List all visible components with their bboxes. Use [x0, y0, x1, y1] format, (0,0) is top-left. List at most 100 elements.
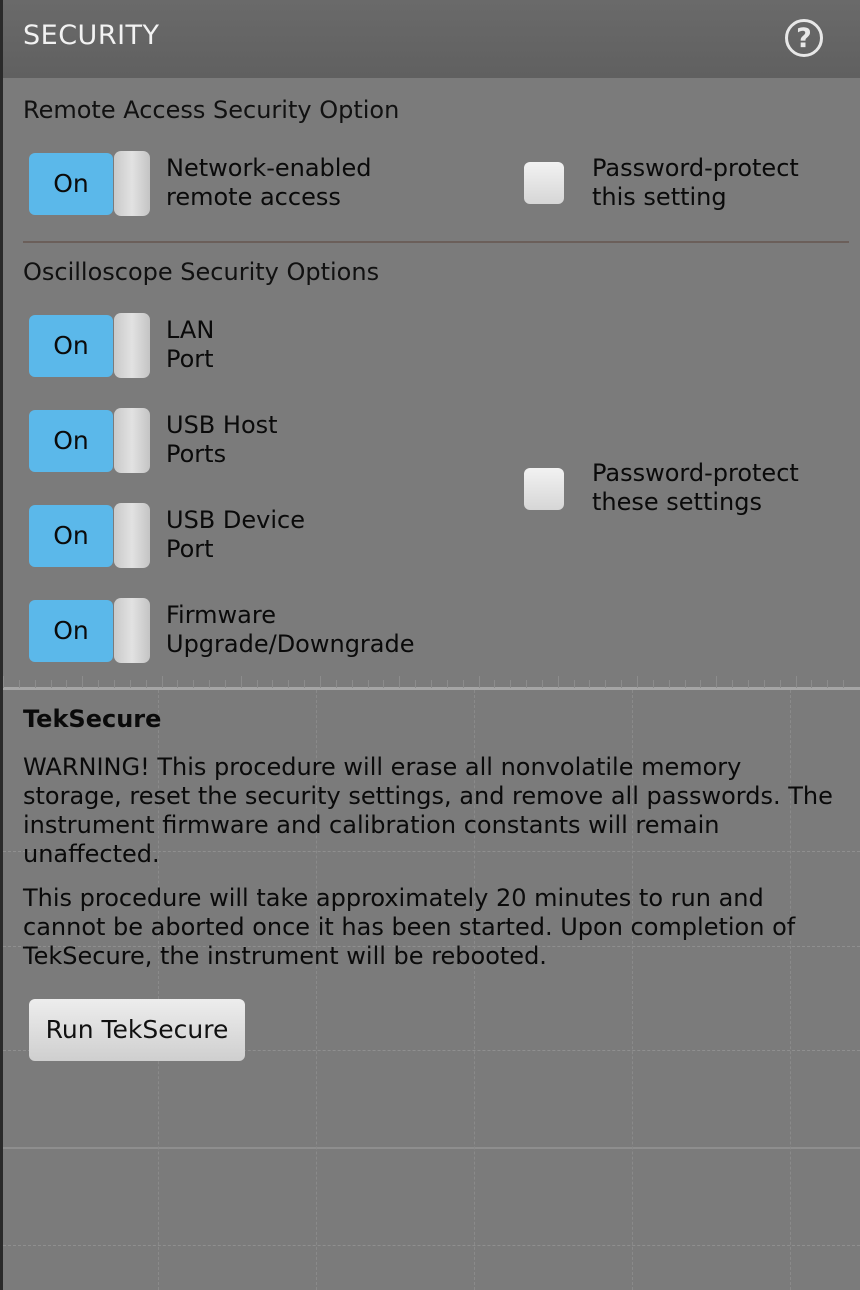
- toggle-state: On: [29, 315, 113, 377]
- ruler-tick: [763, 680, 765, 688]
- toggle-state: On: [29, 410, 113, 472]
- ruler-tick: [446, 680, 448, 688]
- ruler-tick: [383, 680, 385, 688]
- label-line: Network-enabled: [166, 154, 372, 182]
- usb-device-port-label: USB Device Port: [166, 506, 305, 564]
- ruler-tick: [335, 680, 337, 688]
- teksecure-warning: WARNING! This procedure will erase all n…: [23, 753, 833, 868]
- teksecure-info: This procedure will take approximately 2…: [23, 884, 796, 970]
- ruler-tick: [573, 680, 575, 688]
- ruler-tick: [367, 680, 369, 688]
- toggle-thumb: [114, 151, 150, 216]
- section-divider: [23, 241, 849, 243]
- graticule-line: [3, 1245, 860, 1246]
- ruler-tick: [462, 680, 464, 688]
- toggle-state: On: [29, 153, 113, 215]
- ruler-tick: [320, 676, 321, 688]
- ruler-tick: [18, 680, 20, 688]
- toggle-thumb: [114, 408, 150, 473]
- scope-password-protect-checkbox[interactable]: [524, 468, 564, 510]
- help-icon[interactable]: ?: [785, 19, 823, 57]
- toggle-state: On: [29, 600, 113, 662]
- ruler-tick: [98, 680, 100, 688]
- ruler-tick: [3, 676, 4, 688]
- ruler-tick: [652, 680, 654, 688]
- label-line: Firmware: [166, 601, 276, 629]
- ruler-tick: [700, 680, 702, 688]
- firmware-upgrade-label: Firmware Upgrade/Downgrade: [166, 601, 415, 659]
- ruler-tick: [605, 680, 607, 688]
- ruler-tick: [716, 676, 718, 688]
- usb-host-ports-label: USB Host Ports: [166, 411, 278, 469]
- toggle-thumb: [114, 503, 150, 568]
- ruler-tick: [82, 676, 84, 688]
- ruler-tick: [843, 680, 845, 688]
- label-line: these settings: [592, 488, 762, 516]
- label-line: LAN: [166, 316, 215, 344]
- ruler-tick: [177, 680, 179, 688]
- ruler-tick: [541, 680, 543, 688]
- ruler-tick: [256, 680, 258, 688]
- ruler-tick: [161, 676, 163, 688]
- ruler-tick: [557, 676, 559, 688]
- toggle-thumb: [114, 598, 150, 663]
- run-teksecure-button[interactable]: Run TekSecure: [29, 999, 245, 1061]
- lan-port-toggle[interactable]: On: [29, 313, 150, 378]
- remote-password-protect-label: Password-protect this setting: [592, 154, 799, 212]
- ruler-tick: [209, 680, 211, 688]
- ruler-tick: [272, 680, 274, 688]
- ruler-tick: [668, 680, 670, 688]
- security-panel: SECURITY ? Remote Access Security Option…: [0, 0, 860, 1290]
- ruler-tick: [34, 680, 36, 688]
- scope-password-protect-label: Password-protect these settings: [592, 459, 799, 517]
- ruler-tick: [145, 680, 147, 688]
- ruler-tick: [811, 680, 813, 688]
- graticule-line: [3, 1147, 860, 1149]
- label-line: Upgrade/Downgrade: [166, 630, 415, 658]
- ruler-tick: [478, 676, 480, 688]
- ruler-tick: [827, 680, 829, 688]
- label-line: USB Device: [166, 506, 305, 534]
- graticule-ruler: [3, 676, 860, 690]
- ruler-tick: [129, 680, 131, 688]
- ruler-tick: [415, 680, 417, 688]
- ruler-tick: [430, 680, 432, 688]
- label-line: Ports: [166, 440, 227, 468]
- label-line: Port: [166, 345, 214, 373]
- usb-host-ports-toggle[interactable]: On: [29, 408, 150, 473]
- ruler-tick: [637, 676, 638, 688]
- ruler-tick: [526, 680, 528, 688]
- label-line: USB Host: [166, 411, 278, 439]
- toggle-thumb: [114, 313, 150, 378]
- panel-header: SECURITY ?: [3, 0, 860, 78]
- teksecure-title: TekSecure: [23, 705, 162, 733]
- ruler-tick: [224, 680, 226, 688]
- network-remote-access-toggle[interactable]: On: [29, 151, 150, 216]
- ruler-tick: [779, 680, 781, 688]
- ruler-tick: [113, 680, 115, 688]
- ruler-tick: [732, 680, 734, 688]
- toggle-state: On: [29, 505, 113, 567]
- remote-access-section-title: Remote Access Security Option: [23, 96, 400, 124]
- firmware-upgrade-toggle[interactable]: On: [29, 598, 150, 663]
- panel-left-border: [0, 0, 3, 1290]
- lan-port-label: LAN Port: [166, 316, 214, 374]
- ruler-tick: [50, 680, 52, 688]
- ruler-tick: [304, 680, 306, 688]
- remote-password-protect-checkbox[interactable]: [524, 162, 564, 204]
- ruler-tick: [66, 680, 68, 688]
- panel-title: SECURITY: [23, 20, 160, 51]
- ruler-tick: [684, 680, 686, 688]
- label-line: remote access: [166, 183, 341, 211]
- ruler-tick: [621, 680, 623, 688]
- oscilloscope-section-title: Oscilloscope Security Options: [23, 258, 380, 286]
- label-line: this setting: [592, 183, 727, 211]
- ruler-tick: [795, 676, 797, 688]
- usb-device-port-toggle[interactable]: On: [29, 503, 150, 568]
- ruler-tick: [510, 680, 512, 688]
- ruler-tick: [747, 680, 749, 688]
- ruler-tick: [351, 680, 353, 688]
- ruler-tick: [494, 680, 496, 688]
- ruler-tick: [399, 676, 401, 688]
- network-remote-access-label: Network-enabled remote access: [166, 154, 371, 212]
